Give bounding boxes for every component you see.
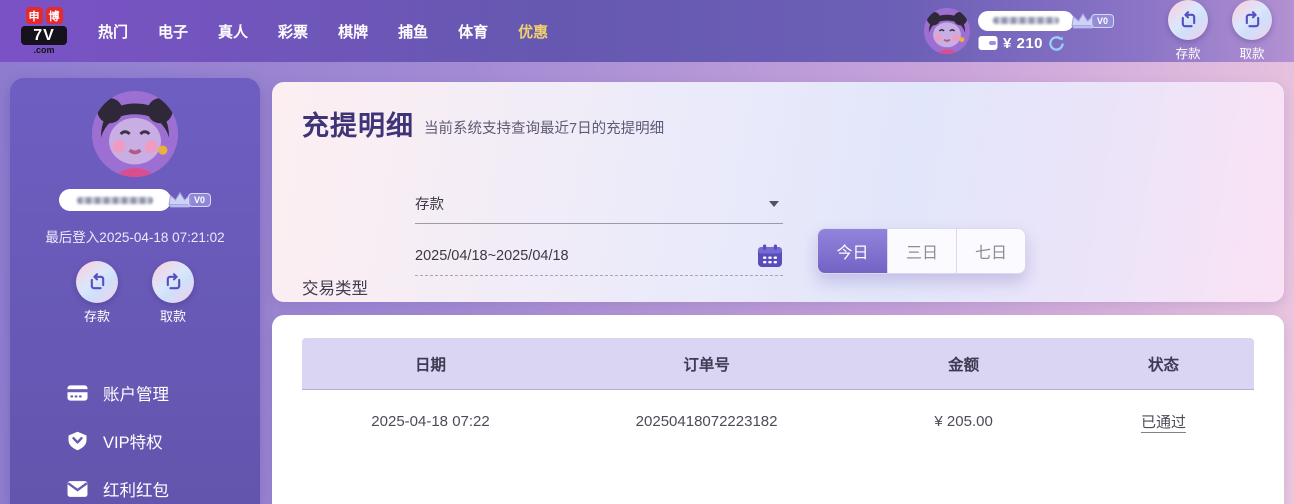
user-info: V0 ¥ 210 [924,8,1114,54]
username-masked [978,11,1074,31]
withdraw-transfer-icon [152,261,194,303]
withdraw-transfer-icon [1232,0,1272,40]
sidebar-avatar [92,91,178,177]
logo-name: 7V [21,26,67,45]
logo-badge-left: 申 [26,7,43,24]
date-range-input[interactable]: 2025/04/18~2025/04/18 [415,236,783,276]
sidebar-deposit-button[interactable]: 存款 [71,261,123,325]
account-card-icon [67,383,88,403]
withdraw-label: 取款 [160,306,186,325]
sidebar-withdraw-button[interactable]: 取款 [147,261,199,325]
vip-level-badge: V0 [188,193,211,207]
wallet-icon [978,35,998,51]
sidebar-menu: 账户管理 VIP特权 红利红包 [10,369,260,504]
refresh-balance-icon[interactable] [1048,35,1065,52]
nav-item-lottery[interactable]: 彩票 [278,21,308,42]
user-avatar[interactable] [924,8,970,54]
avatar-illustration [924,8,970,54]
topbar-quick-actions: 存款 取款 [1162,0,1278,62]
sidebar-item-label: VIP特权 [103,429,163,453]
screen: 申 博 7V .com 热门 电子 真人 彩票 棋牌 捕鱼 体育 优惠 [0,0,1294,504]
col-amount: 金额 [854,353,1073,375]
main-nav: 热门 电子 真人 彩票 棋牌 捕鱼 体育 优惠 [98,21,548,42]
transactions-panel: 日期 订单号 金额 状态 2025-04-18 07:22 2025041807… [272,315,1284,504]
status-approved[interactable]: 已通过 [1141,414,1186,433]
sidebar-quick-actions: 存款 取款 [71,261,199,325]
nav-item-slots[interactable]: 电子 [158,21,188,42]
col-status: 状态 [1073,353,1254,375]
vip-crown: V0 [1070,12,1114,30]
filter-panel: 充提明细 当前系统支持查询最近7日的充提明细 交易类型 存款 交易日期 2025… [272,82,1284,302]
tab-three-days[interactable]: 三日 [887,229,956,273]
table-header: 日期 订单号 金额 状态 [302,338,1254,390]
tab-seven-days[interactable]: 七日 [956,229,1025,273]
username-blur [77,197,153,204]
page-title: 充提明细 [302,104,414,143]
col-order-no: 订单号 [559,353,854,375]
nav-item-cards[interactable]: 棋牌 [338,21,368,42]
page-header: 充提明细 当前系统支持查询最近7日的充提明细 [302,104,664,143]
deposit-transfer-icon [76,261,118,303]
transaction-type-label: 交易类型 [302,275,368,299]
balance-amount: ¥ 210 [1003,35,1043,52]
cell-date: 2025-04-18 07:22 [302,413,559,430]
nav-item-hot[interactable]: 热门 [98,21,128,42]
table-row: 2025-04-18 07:22 20250418072223182 ¥ 205… [302,390,1254,452]
date-range-tabs: 今日 三日 七日 [817,228,1026,274]
transaction-type-value: 存款 [415,193,444,214]
logo-tld: .com [16,45,72,55]
sidebar-item-label: 红利红包 [103,477,169,501]
sidebar-item-bonus[interactable]: 红利红包 [67,465,260,504]
vip-level-badge: V0 [1091,14,1114,28]
cell-status: 已通过 [1073,411,1254,432]
sidebar-vip-crown: V0 [167,191,211,209]
logo-badge-right: 博 [46,7,63,24]
sidebar: V0 最后登入2025-04-18 07:21:02 存款 [10,78,260,504]
chevron-down-icon [769,201,779,207]
logo-badges: 申 博 [16,7,72,24]
last-login: 最后登入2025-04-18 07:21:02 [45,226,224,246]
withdraw-label: 取款 [1239,43,1264,62]
sidebar-user-row: V0 [59,189,211,211]
nav-item-fishing[interactable]: 捕鱼 [398,21,428,42]
page-subtitle: 当前系统支持查询最近7日的充提明细 [424,117,664,143]
col-date: 日期 [302,353,559,375]
site-logo[interactable]: 申 博 7V .com [16,7,72,55]
sidebar-item-account[interactable]: 账户管理 [67,369,260,417]
nav-item-sports[interactable]: 体育 [458,21,488,42]
sidebar-item-vip[interactable]: VIP特权 [67,417,260,465]
calendar-icon[interactable] [757,244,783,268]
cell-amount: ¥ 205.00 [854,413,1073,430]
username-blur [993,17,1058,24]
topbar: 申 博 7V .com 热门 电子 真人 彩票 棋牌 捕鱼 体育 优惠 [0,0,1294,62]
red-packet-icon [67,479,88,499]
tab-today[interactable]: 今日 [818,229,887,273]
avatar-illustration [92,91,178,177]
sidebar-username-masked [59,189,171,211]
sidebar-item-label: 账户管理 [103,381,169,405]
transaction-type-select[interactable]: 存款 [415,184,783,224]
nav-item-promos[interactable]: 优惠 [518,21,548,42]
user-meta: V0 ¥ 210 [978,11,1114,52]
vip-shield-icon [67,431,88,451]
cell-order-no: 20250418072223182 [559,413,854,430]
deposit-button[interactable]: 存款 [1162,0,1214,62]
deposit-label: 存款 [84,306,110,325]
withdraw-button[interactable]: 取款 [1226,0,1278,62]
deposit-transfer-icon [1168,0,1208,40]
deposit-label: 存款 [1175,43,1200,62]
date-range-value: 2025/04/18~2025/04/18 [415,248,569,264]
nav-item-live[interactable]: 真人 [218,21,248,42]
